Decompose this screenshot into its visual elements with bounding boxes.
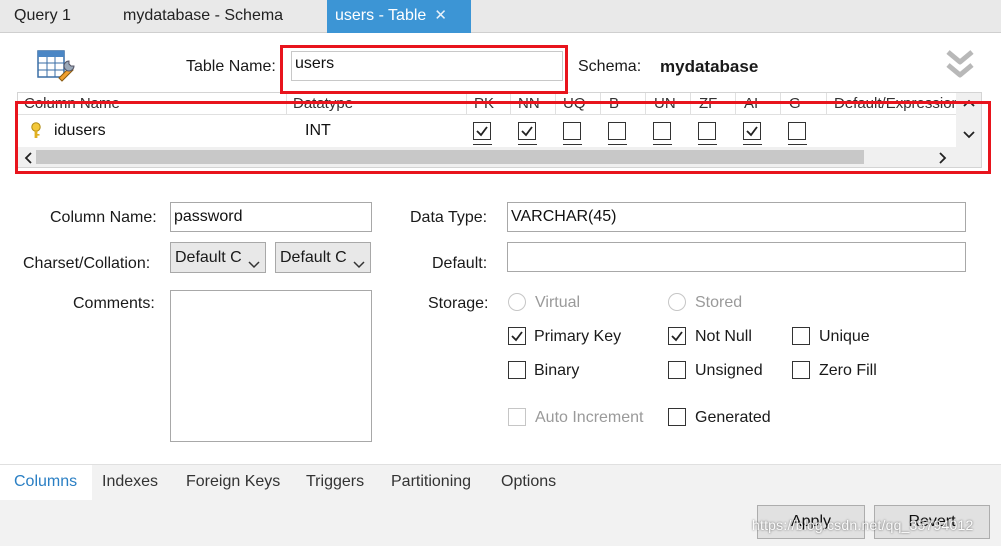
data-type-label: Data Type: [410,209,488,226]
default-label: Default: [432,255,488,272]
storage-label: Storage: [428,295,489,312]
primary-key-icon [31,122,41,144]
tab-label: Query 1 [14,7,71,24]
generated-label: Generated [695,409,771,426]
tab-foreign-keys[interactable]: Foreign Keys [186,473,280,491]
tab-indexes[interactable]: Indexes [102,473,158,491]
scroll-left-icon[interactable] [23,151,33,167]
tab-label: mydatabase - Schema [123,7,284,24]
not-null-label: Not Null [695,328,752,345]
row-b-checkbox[interactable] [608,122,627,145]
column-header-g[interactable]: G [789,95,801,112]
row-g-checkbox[interactable] [788,122,807,145]
editor-bottom-tabs: Columns Indexes Foreign Keys Triggers Pa… [0,464,1001,501]
schema-value: mydatabase [660,57,759,76]
charset-value: Default C [175,249,242,266]
column-header-datatype[interactable]: Datatype [293,95,353,112]
not-null-checkbox[interactable] [668,327,686,345]
editor-tab-strip: Query 1 mydatabase - Schema users - Tabl… [0,0,1001,33]
table-row[interactable]: idusers INT [18,119,956,145]
binary-checkbox[interactable] [508,361,526,379]
stored-radio[interactable] [668,293,686,311]
generated-checkbox[interactable] [668,408,686,426]
scroll-up-icon[interactable] [963,95,975,111]
table-editor-icon [37,48,75,82]
columns-grid: Column Name Datatype PK NN UQ B UN ZF AI… [17,92,982,168]
unique-checkbox[interactable] [792,327,810,345]
chevron-down-icon [353,251,365,269]
zero-fill-checkbox[interactable] [792,361,810,379]
auto-increment-label: Auto Increment [535,409,644,426]
unique-label: Unique [819,328,870,345]
default-input[interactable] [507,242,966,272]
scroll-right-icon[interactable] [938,151,948,167]
column-name-label: Column Name: [50,209,157,226]
grid-header: Column Name Datatype PK NN UQ B UN ZF AI… [18,93,956,115]
row-ai-checkbox[interactable] [743,122,762,145]
unsigned-checkbox[interactable] [668,361,686,379]
column-header-pk[interactable]: PK [474,95,494,112]
column-header-un[interactable]: UN [654,95,676,112]
tab-query-1[interactable]: Query 1 [6,0,79,33]
column-header-zf[interactable]: ZF [699,95,717,112]
vertical-scrollbar[interactable] [956,93,981,167]
column-header-uq[interactable]: UQ [563,95,586,112]
comments-textarea[interactable] [170,290,372,442]
column-header-nn[interactable]: NN [518,95,540,112]
table-name-input[interactable]: users [291,51,563,81]
collapse-chevron-icon[interactable] [945,48,975,80]
tab-options[interactable]: Options [501,473,556,491]
row-un-checkbox[interactable] [653,122,672,145]
charset-collation-label: Charset/Collation: [23,255,151,272]
unsigned-label: Unsigned [695,362,763,379]
row-column-name[interactable]: idusers [54,122,106,140]
primary-key-checkbox[interactable] [508,327,526,345]
virtual-label: Virtual [535,294,581,311]
tab-triggers[interactable]: Triggers [306,473,364,491]
scroll-down-icon[interactable] [963,127,975,143]
zero-fill-label: Zero Fill [819,362,877,379]
binary-label: Binary [534,362,580,379]
chevron-down-icon [248,251,260,269]
watermark-text: https://blog.csdn.net/qq_35794012 [752,517,974,533]
tab-label: users - Table [335,7,427,24]
column-header-b[interactable]: B [609,95,619,112]
data-type-input[interactable]: VARCHAR(45) [507,202,966,232]
row-zf-checkbox[interactable] [698,122,717,145]
primary-key-label: Primary Key [534,328,622,345]
row-pk-checkbox[interactable] [473,122,492,145]
schema-label: Schema: [578,58,642,75]
auto-increment-checkbox[interactable] [508,408,526,426]
column-header-name[interactable]: Column Name [24,95,120,112]
charset-select[interactable]: Default C [170,242,266,273]
tab-partitioning[interactable]: Partitioning [391,473,471,491]
tab-users-table[interactable]: users - Table ✕ [327,0,471,33]
column-name-input[interactable]: password [170,202,372,232]
stored-label: Stored [695,294,743,311]
row-uq-checkbox[interactable] [563,122,582,145]
collation-value: Default C [280,249,347,266]
virtual-radio[interactable] [508,293,526,311]
close-icon[interactable]: ✕ [434,7,447,24]
column-header-default[interactable]: Default/Expression [834,95,956,112]
row-nn-checkbox[interactable] [518,122,537,145]
column-header-ai[interactable]: AI [744,95,758,112]
horizontal-scrollbar[interactable] [18,147,956,167]
collation-select[interactable]: Default C [275,242,371,273]
row-datatype[interactable]: INT [305,122,331,140]
horizontal-scroll-thumb[interactable] [36,150,864,164]
table-name-label: Table Name: [186,58,276,75]
tab-columns[interactable]: Columns [14,473,77,491]
comments-label: Comments: [73,295,155,312]
tab-mydatabase-schema[interactable]: mydatabase - Schema [115,0,291,33]
